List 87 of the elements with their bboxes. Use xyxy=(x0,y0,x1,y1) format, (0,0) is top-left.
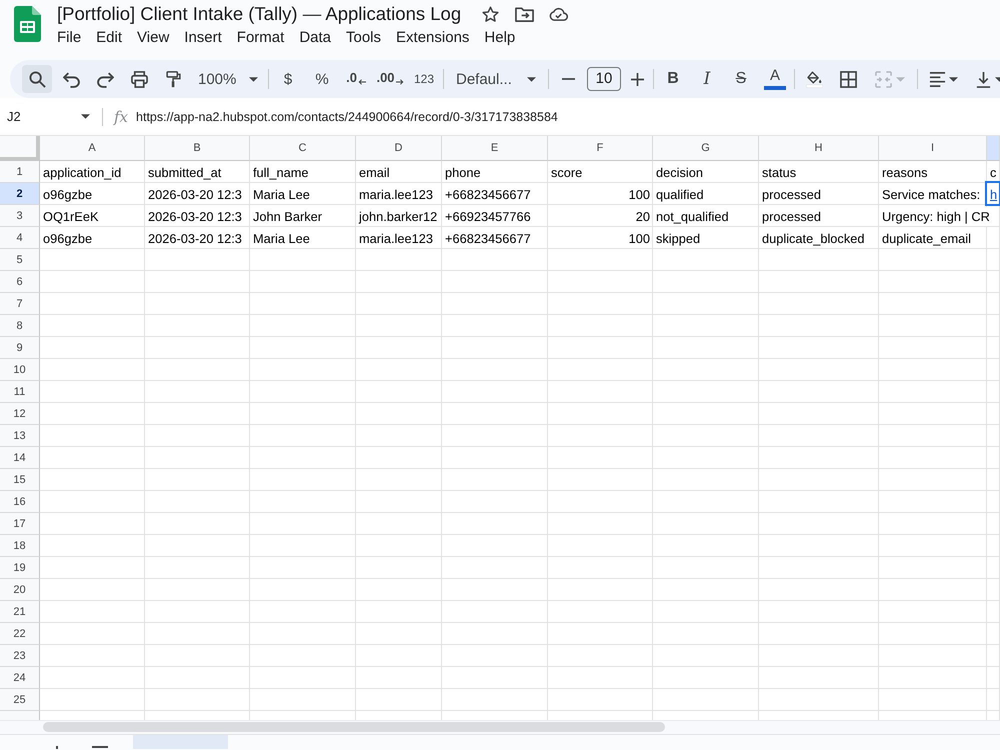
menu-item[interactable]: Extensions xyxy=(396,28,470,48)
star-icon[interactable] xyxy=(481,6,500,22)
strikethrough-button[interactable]: S xyxy=(726,65,756,93)
text-color-swatch-icon xyxy=(764,86,786,90)
row-header[interactable]: 6 xyxy=(0,271,40,293)
folder-arrow-icon[interactable] xyxy=(515,6,534,22)
row-header[interactable]: 16 xyxy=(0,491,40,513)
plus-icon[interactable] xyxy=(630,72,644,86)
paint-bucket-icon[interactable] xyxy=(806,70,822,88)
menu-item[interactable]: Edit xyxy=(96,28,122,48)
italic-button[interactable]: I xyxy=(692,65,722,93)
percent-button[interactable]: % xyxy=(307,65,337,93)
column-header[interactable]: E xyxy=(442,136,548,161)
cloud-check-icon[interactable] xyxy=(549,6,568,22)
menu-item[interactable]: Tools xyxy=(346,28,382,48)
currency-button[interactable]: $ xyxy=(273,65,303,93)
row-header[interactable]: 14 xyxy=(0,447,40,469)
column-header[interactable]: H xyxy=(759,136,879,161)
column-header[interactable]: B xyxy=(145,136,250,161)
bold-button[interactable]: B xyxy=(658,65,688,93)
caret-icon[interactable] xyxy=(81,114,90,119)
add-sheet-icon[interactable] xyxy=(55,746,59,749)
document-title[interactable]: [Portfolio] Client Intake (Tally) — Applications Log xyxy=(57,3,462,25)
number-format-button[interactable]: 123 xyxy=(409,65,439,93)
redo-icon[interactable] xyxy=(96,70,114,88)
column-header[interactable]: F xyxy=(548,136,653,161)
decrease-decimals-button[interactable]: .0 xyxy=(341,65,371,93)
borders-icon[interactable] xyxy=(840,70,856,88)
search-button[interactable] xyxy=(22,65,52,93)
align-bottom-icon[interactable] xyxy=(974,70,992,88)
caret-icon[interactable] xyxy=(249,76,258,82)
column-header[interactable]: C xyxy=(250,136,356,161)
search-icon[interactable] xyxy=(28,70,46,88)
row-header[interactable]: 5 xyxy=(0,249,40,271)
row-header[interactable]: 23 xyxy=(0,645,40,667)
table-cell: Urgency: high | CR xyxy=(882,207,990,226)
row-header[interactable]: 4 xyxy=(0,227,40,249)
increase-decimals-button[interactable]: .00 xyxy=(375,65,405,93)
column-header[interactable]: G xyxy=(653,136,759,161)
row-header[interactable]: 11 xyxy=(0,381,40,403)
menu-item[interactable]: Insert xyxy=(184,28,222,48)
row-header[interactable]: 19 xyxy=(0,557,40,579)
menu-item[interactable]: File xyxy=(57,28,82,48)
minus-icon[interactable] xyxy=(562,78,574,80)
row-header[interactable]: 18 xyxy=(0,535,40,557)
menu-item[interactable]: Data xyxy=(299,28,331,48)
row-header[interactable]: 15 xyxy=(0,469,40,491)
row-header[interactable]: 20 xyxy=(0,579,40,601)
sheets-logo-icon[interactable] xyxy=(14,6,41,42)
align-left-icon[interactable] xyxy=(928,70,946,88)
print-icon[interactable] xyxy=(130,70,148,88)
row-header[interactable]: 17 xyxy=(0,513,40,535)
column-header[interactable]: A xyxy=(40,136,145,161)
name-box[interactable]: J2 xyxy=(7,109,79,124)
caret-icon[interactable] xyxy=(527,76,536,82)
row-header[interactable]: 3 xyxy=(0,205,40,227)
undo-icon[interactable] xyxy=(62,70,80,88)
column-header[interactable]: D xyxy=(356,136,442,161)
right-arrow-icon xyxy=(396,78,404,84)
row-header[interactable]: 12 xyxy=(0,403,40,425)
text-color-button[interactable]: A xyxy=(760,65,790,93)
row-header[interactable]: 2 xyxy=(0,183,40,205)
paint-roller-icon[interactable] xyxy=(164,70,182,88)
row-header[interactable]: 8 xyxy=(0,315,40,337)
row-header[interactable]: 13 xyxy=(0,425,40,447)
column-header[interactable]: I xyxy=(879,136,987,161)
row-header[interactable]: 22 xyxy=(0,623,40,645)
font-size-field[interactable]: 10 xyxy=(587,67,621,91)
formula-field[interactable]: https://app-na2.hubspot.com/contacts/244900664/record/0-3/317173838584 xyxy=(136,110,558,124)
menu-item[interactable]: Help xyxy=(484,28,516,48)
row-header[interactable]: 10 xyxy=(0,359,40,381)
font-button[interactable]: Defaul... xyxy=(448,65,544,93)
function-label: fx xyxy=(114,108,128,126)
row-header[interactable]: 24 xyxy=(0,667,40,689)
zoom-button[interactable]: 100% xyxy=(192,65,264,93)
row-header[interactable]: 21 xyxy=(0,601,40,623)
horizontal-scrollbar[interactable] xyxy=(0,720,1000,734)
caret-icon[interactable] xyxy=(948,76,958,82)
menu-item[interactable]: View xyxy=(137,28,170,48)
left-arrow-icon xyxy=(358,78,366,84)
row-header[interactable]: 1 xyxy=(0,161,40,183)
menu-item[interactable]: Format xyxy=(236,28,284,48)
row-header[interactable]: 25 xyxy=(0,689,40,711)
row-header[interactable]: 7 xyxy=(0,293,40,315)
selected-cell-outline[interactable] xyxy=(985,181,1000,206)
row-header[interactable]: 9 xyxy=(0,337,40,359)
scrollbar-thumb[interactable] xyxy=(43,722,665,732)
